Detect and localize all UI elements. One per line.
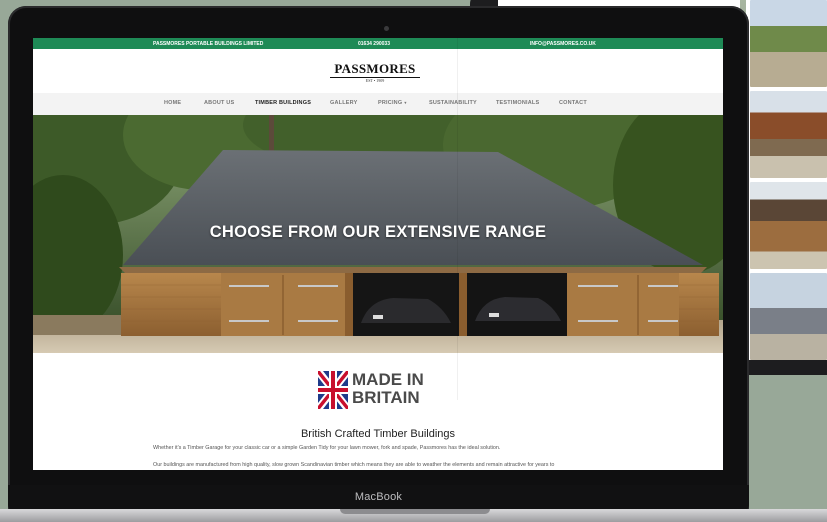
hero-headline: CHOOSE FROM OUR EXTENSIVE RANGE [209, 223, 547, 241]
topbar-email-link[interactable]: INFO@PASSMORES.CO.UK [530, 41, 596, 47]
nav-sustainability[interactable]: SUSTAINABILITY [429, 100, 477, 106]
nav-about-us[interactable]: ABOUT US [204, 100, 234, 106]
tablet-gallery [750, 0, 827, 360]
intro-paragraph-1: Whether it's a Timber Garage for your cl… [153, 445, 501, 451]
nav-timber-buildings[interactable]: TIMBER BUILDINGS [255, 100, 311, 106]
laptop-opening-notch [340, 509, 490, 514]
topbar-company: PASSMORES PORTABLE BUILDINGS LIMITED [153, 40, 264, 47]
nav-gallery[interactable]: GALLERY [330, 100, 357, 106]
topbar-phone-link[interactable]: 01634 290033 [358, 41, 390, 47]
gallery-thumbnail [750, 91, 827, 178]
header: PASSMORES EST • 1909 [33, 49, 723, 93]
gallery-thumbnail [750, 0, 827, 87]
made-in-britain-text: MADE IN BRITAIN [352, 371, 424, 407]
made-in-britain-badge: MADE IN BRITAIN [318, 371, 438, 411]
website-screen: PASSMORES PORTABLE BUILDINGS LIMITED 016… [33, 38, 723, 470]
nav-contact[interactable]: CONTACT [559, 100, 587, 106]
laptop-brand-label: MacBook [354, 491, 403, 503]
camera-icon [384, 26, 389, 31]
gallery-thumbnail [750, 273, 827, 360]
nav-testimonials[interactable]: TESTIMONIALS [496, 100, 539, 106]
intro-paragraph-2: Our buildings are manufactured from high… [153, 462, 555, 468]
badge-line-2: BRITAIN [352, 388, 420, 407]
chevron-down-icon: ▾ [404, 100, 407, 105]
nav-pricing[interactable]: PRICING ▾ [378, 100, 407, 106]
badge-line-1: MADE IN [352, 370, 424, 389]
main-nav: HOME ABOUT US TIMBER BUILDINGS GALLERY P… [33, 93, 723, 115]
contact-topbar: PASSMORES PORTABLE BUILDINGS LIMITED 016… [33, 38, 723, 49]
nav-pricing-label: PRICING [378, 100, 403, 106]
gallery-thumbnail [750, 182, 827, 269]
union-jack-icon [318, 371, 348, 409]
site-logo[interactable]: PASSMORES [330, 61, 420, 78]
hero-banner: CHOOSE FROM OUR EXTENSIVE RANGE [33, 115, 723, 353]
nav-home[interactable]: HOME [164, 100, 181, 106]
logo-established: EST • 1909 [365, 78, 385, 83]
section-title: British Crafted Timber Buildings [300, 428, 456, 440]
laptop-bezel-bottom: MacBook [8, 485, 749, 511]
tablet-edge-reflection [457, 38, 458, 400]
